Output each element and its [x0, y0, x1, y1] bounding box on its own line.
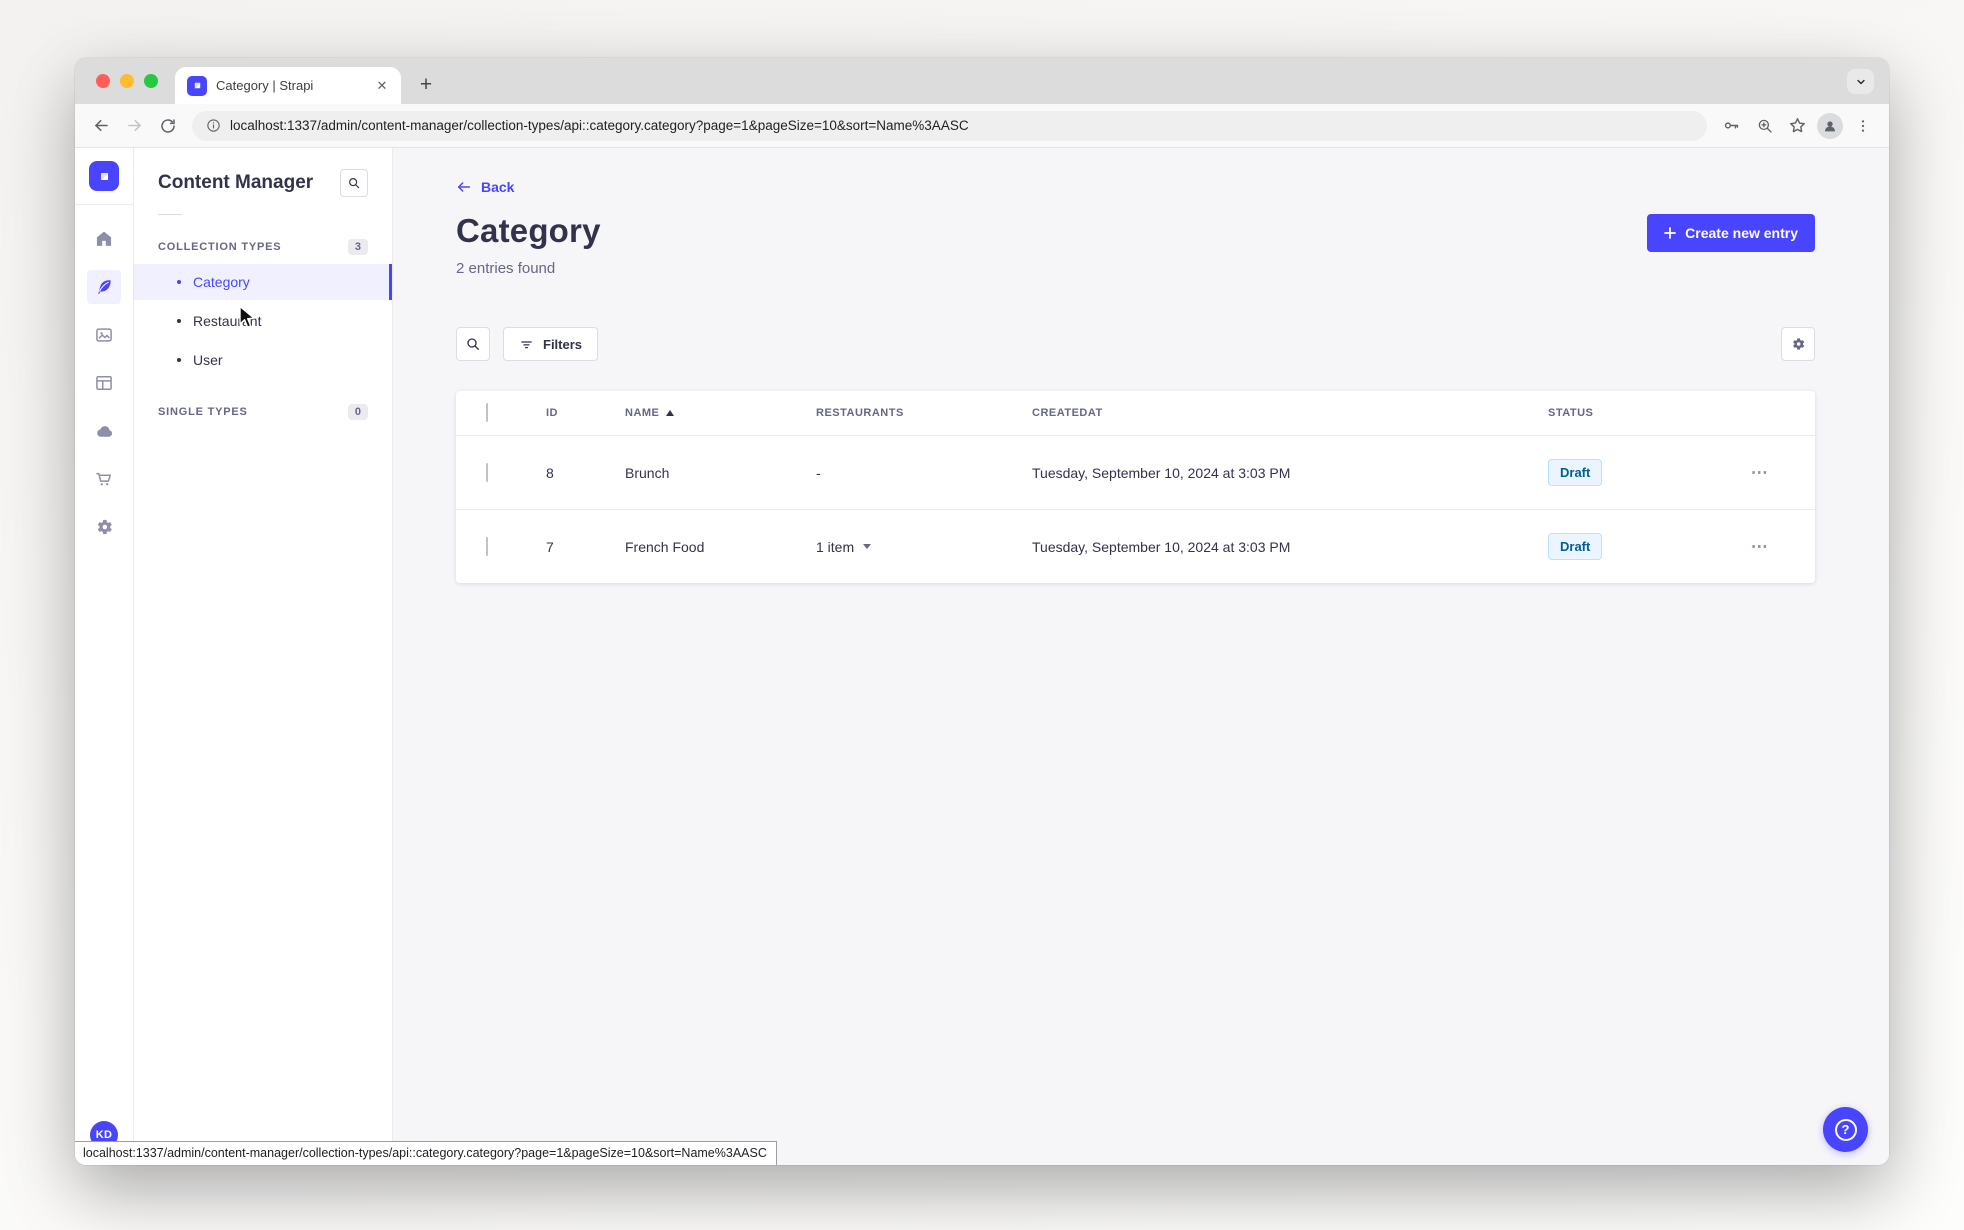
- close-window-button[interactable]: [96, 74, 110, 88]
- column-header-name[interactable]: NAME: [625, 407, 816, 419]
- back-link[interactable]: Back: [456, 179, 514, 195]
- search-icon: [349, 178, 360, 189]
- plus-icon: [1664, 227, 1677, 239]
- rail-divider: [75, 204, 133, 205]
- row-checkbox[interactable]: [486, 462, 488, 482]
- filter-icon: [521, 340, 532, 348]
- table-header-row: ID NAME RESTAURANTS CREATEDAT STATUS: [456, 391, 1815, 435]
- browser-profile-avatar[interactable]: [1817, 112, 1843, 139]
- sidebar-item-restaurant[interactable]: Restaurant: [134, 303, 392, 339]
- zoom-magnifier-icon[interactable]: [1748, 109, 1781, 142]
- forward-navigation-icon: [118, 109, 151, 142]
- entries-count-text: 2 entries found: [456, 260, 556, 277]
- cell-id: 7: [546, 538, 554, 555]
- bullet-icon: [177, 358, 181, 362]
- browser-window: Category | Strapi ✕ + localhost:1337/adm…: [75, 58, 1889, 1165]
- question-mark-icon: ?: [1834, 1118, 1857, 1141]
- help-button[interactable]: ?: [1823, 1107, 1868, 1152]
- tab-title: Category | Strapi: [216, 78, 314, 93]
- bullet-icon: [177, 280, 181, 284]
- sidebar-item-label: Category: [193, 274, 250, 290]
- filters-button[interactable]: Filters: [503, 327, 599, 361]
- password-key-icon[interactable]: [1715, 109, 1748, 142]
- back-navigation-icon[interactable]: [85, 109, 118, 142]
- column-header-status[interactable]: STATUS: [1548, 407, 1738, 419]
- content-manager-subnav: Content Manager COLLECTION TYPES 3 Categ…: [134, 148, 393, 1165]
- sort-ascending-icon: [666, 410, 675, 416]
- marketplace-cart-icon[interactable]: [87, 462, 121, 496]
- single-types-label: SINGLE TYPES: [158, 406, 248, 418]
- cell-createdat: Tuesday, September 10, 2024 at 3:03 PM: [1032, 538, 1291, 555]
- cloud-deploy-icon[interactable]: [87, 414, 121, 448]
- main-nav-rail: KD: [75, 148, 134, 1165]
- sidebar-item-user[interactable]: User: [134, 342, 392, 378]
- cell-restaurants[interactable]: 1 item: [816, 539, 1032, 555]
- sidebar-item-label: Restaurant: [193, 313, 262, 329]
- zoom-window-button[interactable]: [144, 74, 158, 88]
- cell-name: French Food: [625, 538, 705, 555]
- table-row[interactable]: 8 Brunch - Tuesday, September 10, 2024 a…: [456, 435, 1815, 509]
- tab-search-chevron-icon[interactable]: [1847, 69, 1874, 94]
- cell-createdat: Tuesday, September 10, 2024 at 3:03 PM: [1032, 464, 1291, 481]
- row-actions-menu[interactable]: ⋯: [1738, 463, 1782, 483]
- close-tab-icon[interactable]: ✕: [373, 77, 391, 95]
- subnav-search-button[interactable]: [340, 169, 368, 197]
- column-header-restaurants[interactable]: RESTAURANTS: [816, 407, 1032, 419]
- chevron-down-icon: [863, 544, 872, 549]
- cell-id: 8: [546, 464, 554, 481]
- traffic-lights: [96, 74, 158, 88]
- bullet-icon: [177, 319, 181, 323]
- view-settings-button[interactable]: [1781, 327, 1815, 361]
- collection-types-label: COLLECTION TYPES: [158, 241, 282, 253]
- single-types-count-badge: 0: [347, 404, 368, 420]
- subnav-divider: [158, 214, 182, 215]
- status-badge: Draft: [1548, 459, 1603, 486]
- content-manager-feather-icon[interactable]: [87, 270, 121, 304]
- strapi-logo[interactable]: [89, 161, 119, 191]
- home-icon[interactable]: [87, 222, 121, 256]
- entries-table: ID NAME RESTAURANTS CREATEDAT STATUS 8 B…: [456, 391, 1815, 583]
- new-tab-button[interactable]: +: [411, 70, 441, 100]
- main-content: Back Category Create new entry 2 entries…: [393, 148, 1889, 1165]
- page-title: Category: [456, 212, 601, 249]
- column-header-createdat[interactable]: CREATEDAT: [1032, 407, 1548, 419]
- table-search-button[interactable]: [456, 327, 490, 361]
- sidebar-item-category[interactable]: Category: [134, 264, 392, 300]
- select-all-checkbox[interactable]: [486, 403, 488, 422]
- search-icon: [467, 338, 479, 350]
- status-badge: Draft: [1548, 533, 1603, 560]
- subnav-title: Content Manager: [158, 172, 314, 193]
- cell-restaurants: -: [816, 464, 821, 481]
- bookmark-star-icon[interactable]: [1781, 109, 1814, 142]
- arrow-left-icon: [457, 182, 471, 192]
- site-info-icon[interactable]: [206, 118, 221, 133]
- gear-icon: [1793, 338, 1805, 350]
- sidebar-item-label: User: [193, 352, 223, 368]
- browser-menu-icon[interactable]: [1846, 109, 1879, 142]
- tab-strip: Category | Strapi ✕ +: [75, 58, 1889, 104]
- minimize-window-button[interactable]: [120, 74, 134, 88]
- row-checkbox[interactable]: [486, 536, 488, 556]
- settings-gear-icon[interactable]: [87, 510, 121, 544]
- row-actions-menu[interactable]: ⋯: [1738, 537, 1782, 557]
- column-header-id[interactable]: ID: [546, 407, 625, 419]
- strapi-admin-app: KD Content Manager COLLECTION TYPES 3 Ca…: [75, 148, 1889, 1165]
- address-bar[interactable]: localhost:1337/admin/content-manager/col…: [192, 110, 1707, 141]
- reload-icon[interactable]: [151, 109, 184, 142]
- url-text[interactable]: localhost:1337/admin/content-manager/col…: [230, 118, 969, 133]
- browser-tab[interactable]: Category | Strapi ✕: [175, 67, 401, 104]
- media-library-icon[interactable]: [87, 318, 121, 352]
- cell-name: Brunch: [625, 464, 670, 481]
- content-type-builder-icon[interactable]: [87, 366, 121, 400]
- collection-types-count-badge: 3: [347, 239, 368, 255]
- strapi-favicon: [187, 75, 207, 96]
- browser-toolbar: localhost:1337/admin/content-manager/col…: [75, 104, 1889, 148]
- create-new-entry-button[interactable]: Create new entry: [1647, 214, 1815, 252]
- status-bar-url: localhost:1337/admin/content-manager/col…: [75, 1141, 777, 1165]
- table-row[interactable]: 7 French Food 1 item Tuesday, September …: [456, 509, 1815, 583]
